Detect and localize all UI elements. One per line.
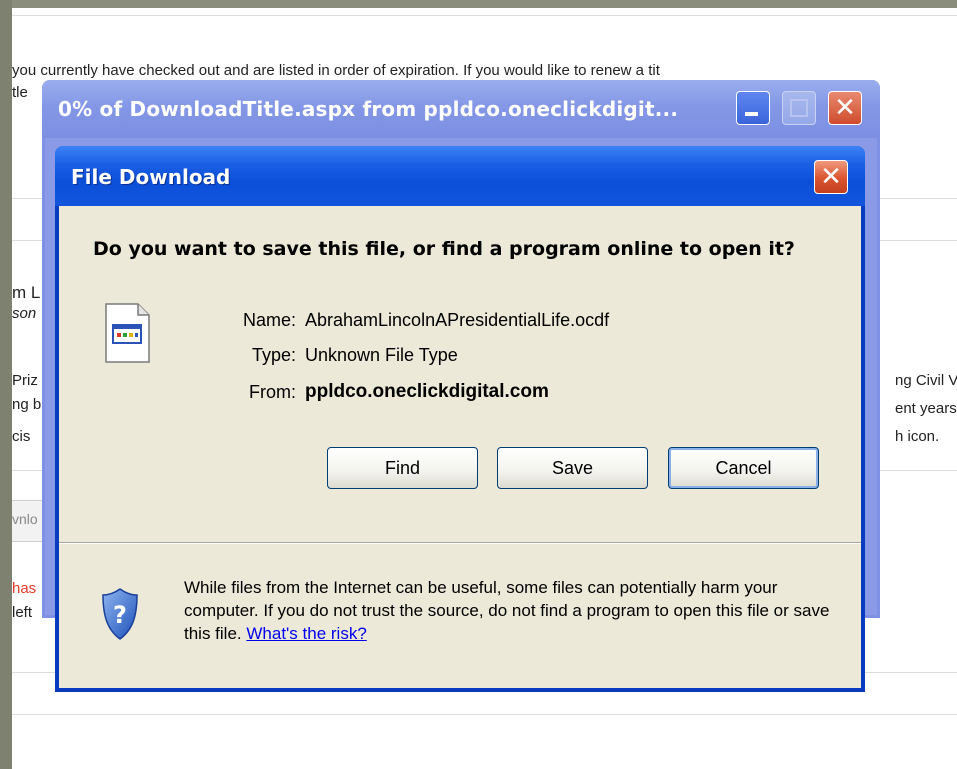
page-intro-text-2: tle xyxy=(12,84,28,101)
find-button[interactable]: Find xyxy=(327,447,478,489)
file-download-dialog: File Download ✕ Do you want to save this… xyxy=(55,146,865,692)
description-right-2: ent years xyxy=(895,400,957,417)
dialog-body: Do you want to save this file, or find a… xyxy=(59,206,861,688)
divider xyxy=(59,542,861,544)
maximize-icon xyxy=(790,99,808,117)
book-author-fragment: son xyxy=(12,305,37,322)
maximize-button xyxy=(782,91,816,125)
from-label: From: xyxy=(249,382,296,402)
minimize-button[interactable] xyxy=(736,91,770,125)
minimize-icon xyxy=(745,112,758,116)
page-intro-text: you currently have checked out and are l… xyxy=(12,62,660,79)
description-right-1: ng Civil V xyxy=(895,372,957,389)
name-label: Name: xyxy=(242,310,296,330)
window-top-border xyxy=(0,0,957,8)
question-text: Do you want to save this file, or find a… xyxy=(93,238,795,260)
book-title-fragment[interactable]: m L xyxy=(12,283,40,303)
progress-close-button[interactable]: ✕ xyxy=(828,91,862,125)
svg-text:?: ? xyxy=(113,601,127,629)
file-type-value: Unknown File Type xyxy=(305,345,458,365)
whats-the-risk-link[interactable]: What's the risk? xyxy=(246,624,366,643)
window-left-border xyxy=(0,0,12,769)
close-icon: ✕ xyxy=(820,162,842,192)
warning-fragment: has xyxy=(12,580,37,597)
progress-window-title: 0% of DownloadTitle.aspx from ppldco.one… xyxy=(58,97,679,121)
type-label: Type: xyxy=(251,345,296,365)
shield-question-icon: ? xyxy=(102,588,138,640)
description-fragment-1: Priz xyxy=(12,372,38,389)
cancel-button[interactable]: Cancel xyxy=(668,447,819,489)
dialog-close-button[interactable]: ✕ xyxy=(814,160,848,194)
progress-titlebar[interactable]: 0% of DownloadTitle.aspx from ppldco.one… xyxy=(42,80,880,138)
save-button[interactable]: Save xyxy=(497,447,648,489)
file-source-value: ppldco.oneclickdigital.com xyxy=(305,381,549,402)
divider xyxy=(12,714,957,715)
file-name-value: AbrahamLincolnAPresidentialLife.ocdf xyxy=(305,310,610,330)
close-icon: ✕ xyxy=(834,93,856,123)
dialog-title: File Download xyxy=(71,165,231,189)
description-right-3: h icon. xyxy=(895,428,940,445)
divider xyxy=(12,15,957,16)
download-button-label: vnlo xyxy=(12,511,38,527)
days-left-fragment: left xyxy=(12,604,33,621)
description-fragment-2: ng b xyxy=(12,396,42,413)
description-fragment-3: cis xyxy=(12,428,31,445)
security-warning: While files from the Internet can be use… xyxy=(184,576,844,645)
dialog-titlebar[interactable]: File Download ✕ xyxy=(55,146,865,206)
